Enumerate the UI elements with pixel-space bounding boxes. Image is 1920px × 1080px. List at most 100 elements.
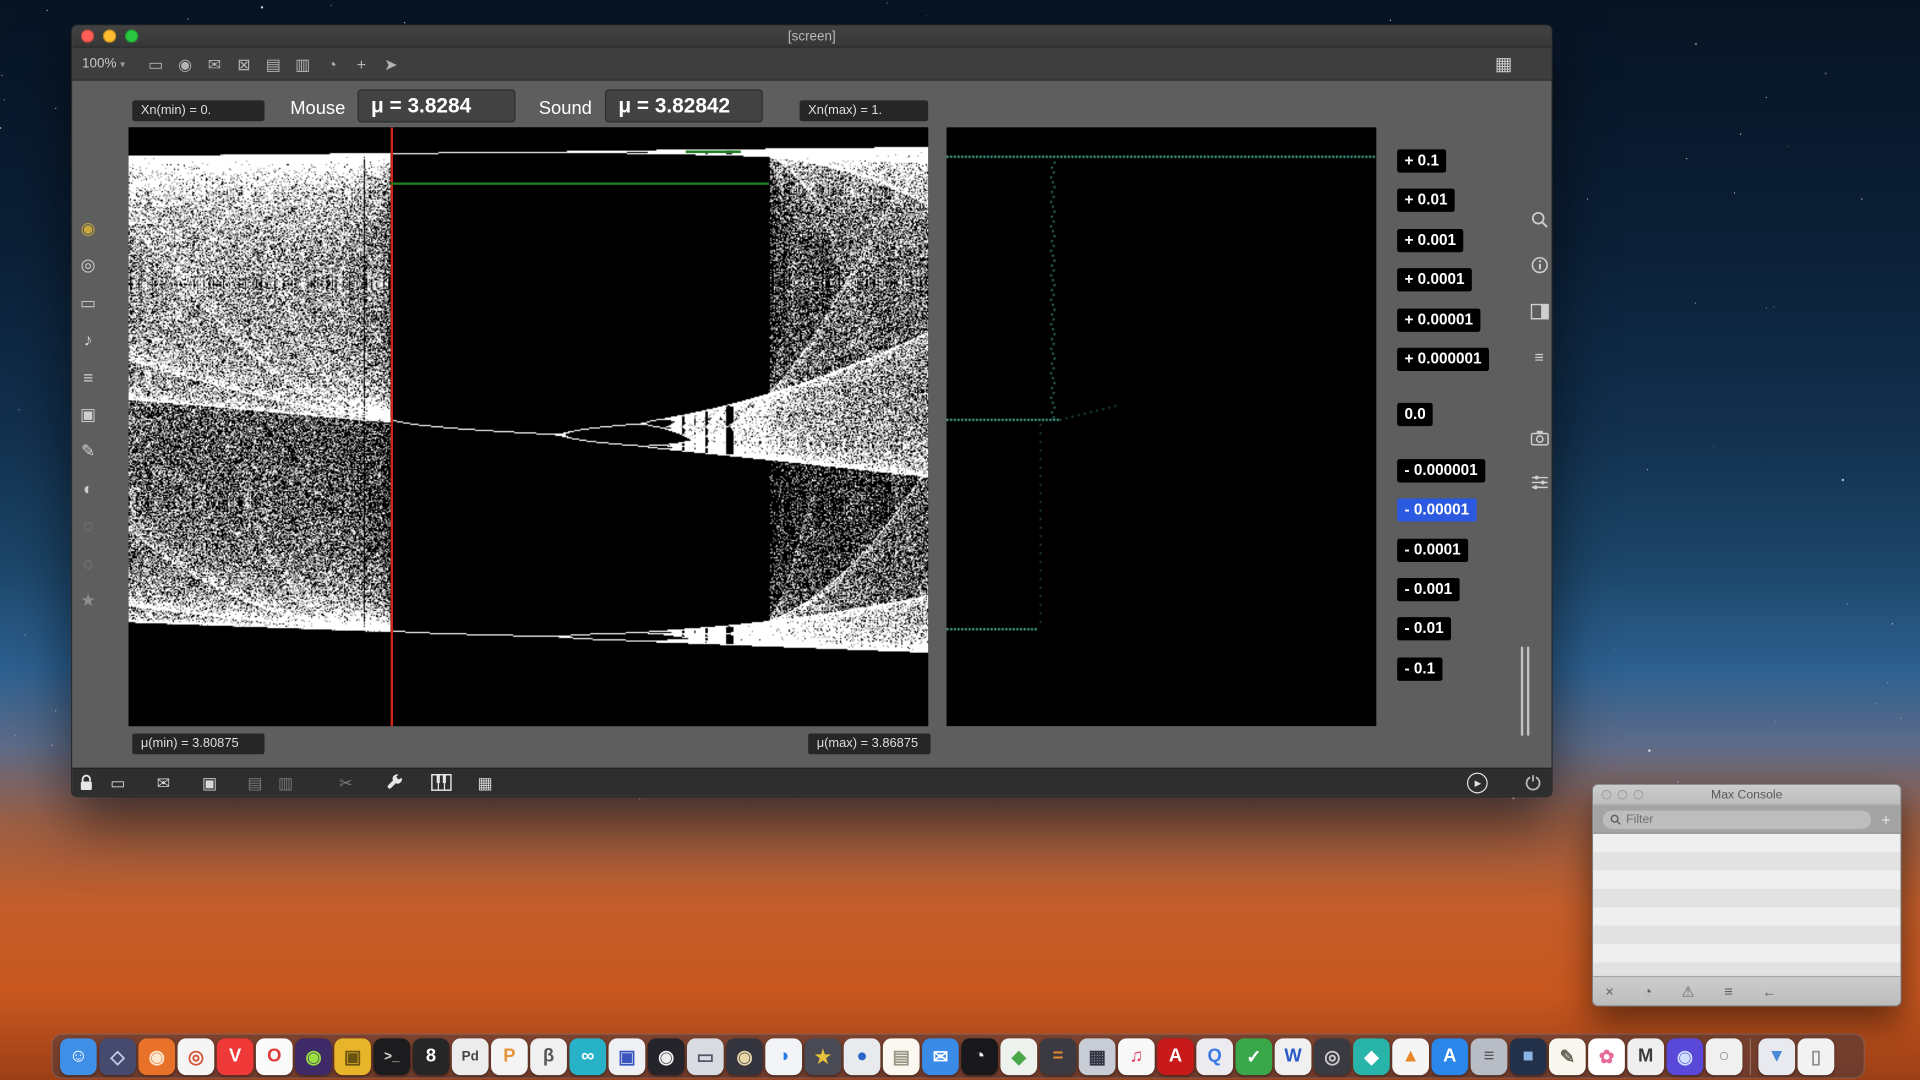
clock-icon[interactable]: ◔ — [1643, 983, 1652, 1000]
warning-icon[interactable]: ⚠ — [1682, 983, 1695, 1000]
dock-icon-system-preferences[interactable]: ≡ — [1471, 1038, 1508, 1075]
increment-button-5[interactable]: + 0.000001 — [1397, 348, 1489, 371]
dock-icon-camera-app[interactable]: ◎ — [1314, 1038, 1351, 1075]
list-icon[interactable]: ≡ — [1529, 347, 1549, 367]
lock-icon[interactable] — [78, 774, 94, 797]
help-dim-icon[interactable]: ◌ — [83, 554, 93, 572]
console-zoom-button[interactable] — [1633, 790, 1643, 800]
grid-icon[interactable]: ▦ — [478, 774, 493, 792]
sidebar-panel-icon[interactable] — [1529, 301, 1549, 321]
console-minimize-button[interactable] — [1618, 790, 1628, 800]
dock-icon-github[interactable]: ◉ — [648, 1038, 685, 1075]
info-dim-icon[interactable]: ◌ — [83, 517, 93, 535]
zoom-window-button[interactable] — [125, 29, 138, 42]
increment-button-3[interactable]: + 0.0001 — [1397, 268, 1472, 291]
audio-on-button[interactable]: ▶ — [1467, 773, 1488, 794]
dial-icon[interactable]: ◔ — [323, 56, 340, 72]
jump-back-icon[interactable]: ← — [1762, 983, 1777, 1000]
dock-icon-word-processor[interactable]: W — [1275, 1038, 1312, 1075]
object-box-icon[interactable]: ▭ — [147, 56, 164, 72]
dock-icon-maps[interactable]: ◆ — [1000, 1038, 1037, 1075]
media-icon[interactable]: ▣ — [80, 405, 96, 423]
window-titlebar[interactable]: [screen] — [72, 26, 1551, 48]
increment-button-10[interactable]: - 0.001 — [1397, 578, 1459, 601]
dock-icon-adobe[interactable]: A — [1157, 1038, 1194, 1075]
patcher-file-icon[interactable]: ◉ — [81, 219, 96, 237]
dock-icon-clock[interactable]: ◔ — [961, 1038, 998, 1075]
increment-button-9[interactable]: - 0.0001 — [1397, 538, 1468, 561]
grid-overlay-icon[interactable]: ▦ — [1495, 53, 1512, 75]
dock-icon-device[interactable]: ▭ — [687, 1038, 724, 1075]
increment-button-1[interactable]: + 0.01 — [1397, 189, 1455, 212]
increment-button-6[interactable]: 0.0 — [1397, 403, 1433, 426]
dock-icon-app-grid[interactable]: ◇ — [99, 1038, 136, 1075]
send-back-icon[interactable]: ▥ — [278, 774, 293, 792]
increment-button-8[interactable]: - 0.00001 — [1397, 499, 1476, 522]
dock-icon-check-app[interactable]: ✓ — [1236, 1038, 1273, 1075]
mu-max-box[interactable]: μ(max) = 3.86875 — [808, 733, 930, 754]
dock-icon-safari[interactable]: ◑ — [765, 1038, 802, 1075]
number-box-icon[interactable]: ▤ — [265, 56, 282, 72]
console-filter-input[interactable] — [1626, 812, 1864, 825]
dock-icon-sphere-app[interactable]: ● — [844, 1038, 881, 1075]
dock-icon-vlc[interactable]: ▲ — [1392, 1038, 1429, 1075]
midi-icon[interactable]: ♪ — [84, 331, 93, 349]
bring-forward-icon[interactable]: ▤ — [247, 774, 262, 792]
slider-icon[interactable]: ▥ — [294, 56, 311, 72]
dock-icon-tor-browser[interactable]: ◉ — [295, 1038, 332, 1075]
dock-icon-terminal[interactable]: >_ — [373, 1038, 410, 1075]
dock-icon-chrome[interactable]: ◎ — [178, 1038, 215, 1075]
add-object-icon[interactable]: + — [353, 56, 370, 72]
edit-icon[interactable]: ✎ — [81, 442, 95, 460]
piano-keyboard-icon[interactable] — [431, 774, 452, 797]
increment-button-7[interactable]: - 0.000001 — [1397, 459, 1485, 482]
dock-icon-firefox[interactable]: ◉ — [138, 1038, 175, 1075]
dock-icon-downloads[interactable]: ▼ — [1758, 1038, 1795, 1075]
dock-icon-pd[interactable]: Pd — [452, 1038, 489, 1075]
dock-icon-opera[interactable]: O — [256, 1038, 293, 1075]
favorites-dim-icon[interactable]: ★ — [80, 591, 95, 609]
message-box-icon[interactable]: ✉ — [206, 56, 223, 72]
snippets-icon[interactable]: ✂ — [339, 774, 352, 792]
dock-icon-eight-ball[interactable]: 8 — [413, 1038, 450, 1075]
dock-icon-max[interactable]: M — [1627, 1038, 1664, 1075]
increment-button-2[interactable]: + 0.001 — [1397, 229, 1463, 252]
dock-icon-itunes[interactable]: ♫ — [1118, 1038, 1155, 1075]
increment-button-11[interactable]: - 0.01 — [1397, 618, 1451, 641]
info-icon[interactable] — [1529, 255, 1549, 275]
dock-icon-photos[interactable]: ✿ — [1588, 1038, 1625, 1075]
scope-display[interactable] — [947, 127, 1377, 726]
console-message-list[interactable] — [1593, 834, 1900, 976]
zoom-control[interactable]: 100% ▾ — [82, 56, 125, 71]
xn-min-box[interactable]: Xn(min) = 0. — [132, 100, 264, 121]
dock-icon-midi-keyboard[interactable]: ▦ — [1079, 1038, 1116, 1075]
layers-icon[interactable]: ▣ — [202, 774, 217, 792]
dock-icon-virtualbox[interactable]: ▣ — [609, 1038, 646, 1075]
speaker-icon[interactable]: ◐ — [83, 480, 93, 498]
dock-icon-wifi-app[interactable]: ○ — [1706, 1038, 1743, 1075]
dock-icon-photo-booth[interactable]: ◉ — [726, 1038, 763, 1075]
increment-button-12[interactable]: - 0.1 — [1397, 657, 1442, 680]
toggle-icon[interactable]: ⊠ — [235, 56, 252, 72]
xn-max-box[interactable]: Xn(max) = 1. — [800, 100, 929, 121]
dock-icon-pages[interactable]: P — [491, 1038, 528, 1075]
power-icon[interactable] — [1524, 774, 1541, 797]
object-palette-icon[interactable]: ▭ — [80, 294, 96, 312]
comment-icon[interactable]: ✉ — [157, 774, 170, 792]
console-close-button[interactable] — [1602, 790, 1612, 800]
dock-icon-calculator[interactable]: = — [1040, 1038, 1077, 1075]
console-filter-field[interactable] — [1603, 810, 1872, 828]
button-icon[interactable]: ◉ — [177, 56, 194, 72]
wrench-icon[interactable] — [386, 774, 404, 797]
dock-icon-text-editor[interactable]: ✎ — [1549, 1038, 1586, 1075]
minimize-button[interactable] — [103, 29, 116, 42]
dock-icon-trash[interactable]: ▯ — [1798, 1038, 1835, 1075]
search-icon[interactable] — [1529, 209, 1549, 229]
message-list-icon[interactable]: ≡ — [1724, 983, 1733, 1000]
dock-icon-infinity-app[interactable]: ∞ — [569, 1038, 606, 1075]
increment-button-0[interactable]: + 0.1 — [1397, 149, 1446, 172]
audio-status-icon[interactable]: ◎ — [81, 256, 96, 274]
console-add-button[interactable]: + — [1881, 810, 1890, 828]
clear-console-icon[interactable]: × — [1605, 983, 1614, 1000]
transport-icon[interactable]: ➤ — [382, 56, 399, 72]
